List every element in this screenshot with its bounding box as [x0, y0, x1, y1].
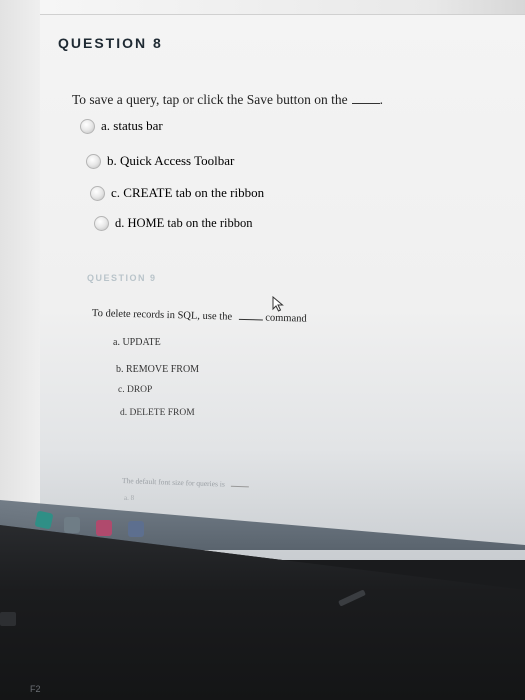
keyboard-key — [0, 612, 16, 626]
radio-button-icon[interactable] — [86, 153, 101, 169]
option-label: a. 8 — [124, 494, 135, 502]
taskbar-app-icon[interactable] — [96, 520, 112, 536]
option-label: d. HOME tab on the ribbon — [115, 216, 253, 230]
answer-blank — [230, 485, 249, 488]
question-8-option-a[interactable]: a. status bar — [80, 118, 163, 134]
browser-top-bar — [40, 0, 525, 15]
option-label: b. REMOVE FROM — [116, 364, 200, 375]
question-8-option-b[interactable]: b. Quick Access Toolbar — [86, 153, 234, 169]
question-8-prompt-text: To save a query, tap or click the Save b… — [72, 92, 348, 107]
question-9-heading: QUESTION 9 — [87, 273, 157, 283]
monitor-screen: QUESTION 8 To save a query, tap or click… — [0, 0, 525, 560]
option-label: b. Quick Access Toolbar — [107, 153, 235, 168]
question-9-option-b[interactable]: b. REMOVE FROM — [116, 364, 199, 375]
option-label: c. CREATE tab on the ribbon — [111, 185, 265, 200]
mouse-pointer-icon — [272, 296, 284, 312]
question-9-option-a[interactable]: a. UPDATE — [113, 337, 161, 348]
taskbar-app-icon[interactable] — [64, 517, 80, 533]
answer-blank — [351, 103, 380, 104]
f2-key-label: F2 — [30, 684, 41, 694]
taskbar-app-icon[interactable] — [128, 521, 144, 537]
question-8-prompt: To save a query, tap or click the Save b… — [72, 92, 383, 108]
taskbar-app-icon[interactable] — [34, 510, 54, 530]
question-9-option-c[interactable]: c. DROP — [118, 385, 152, 395]
radio-button-icon[interactable] — [94, 216, 109, 231]
question-9-prompt-start: To delete records in SQL, use the — [91, 308, 233, 323]
question-8-option-c[interactable]: c. CREATE tab on the ribbon — [90, 185, 264, 201]
option-label: a. status bar — [101, 118, 163, 133]
radio-button-icon[interactable] — [90, 185, 105, 201]
question-10-prompt: The default font size for queries is — [122, 476, 249, 489]
radio-button-icon[interactable] — [80, 118, 95, 134]
question-9-prompt-end: command — [265, 312, 307, 325]
question-9-option-d[interactable]: d. DELETE FROM — [120, 408, 195, 418]
question-8-option-d[interactable]: d. HOME tab on the ribbon — [94, 216, 252, 231]
question-10-prompt-text: The default font size for queries is — [121, 476, 225, 489]
page-left-margin — [0, 0, 40, 530]
option-label: c. DROP — [118, 385, 153, 395]
option-label: a. UPDATE — [113, 337, 161, 348]
question-10-option-a[interactable]: a. 8 — [124, 494, 134, 502]
option-label: d. DELETE FROM — [120, 408, 195, 418]
question-8-heading: QUESTION 8 — [58, 35, 163, 51]
answer-blank — [238, 318, 263, 321]
prompt-period: . — [379, 92, 383, 107]
